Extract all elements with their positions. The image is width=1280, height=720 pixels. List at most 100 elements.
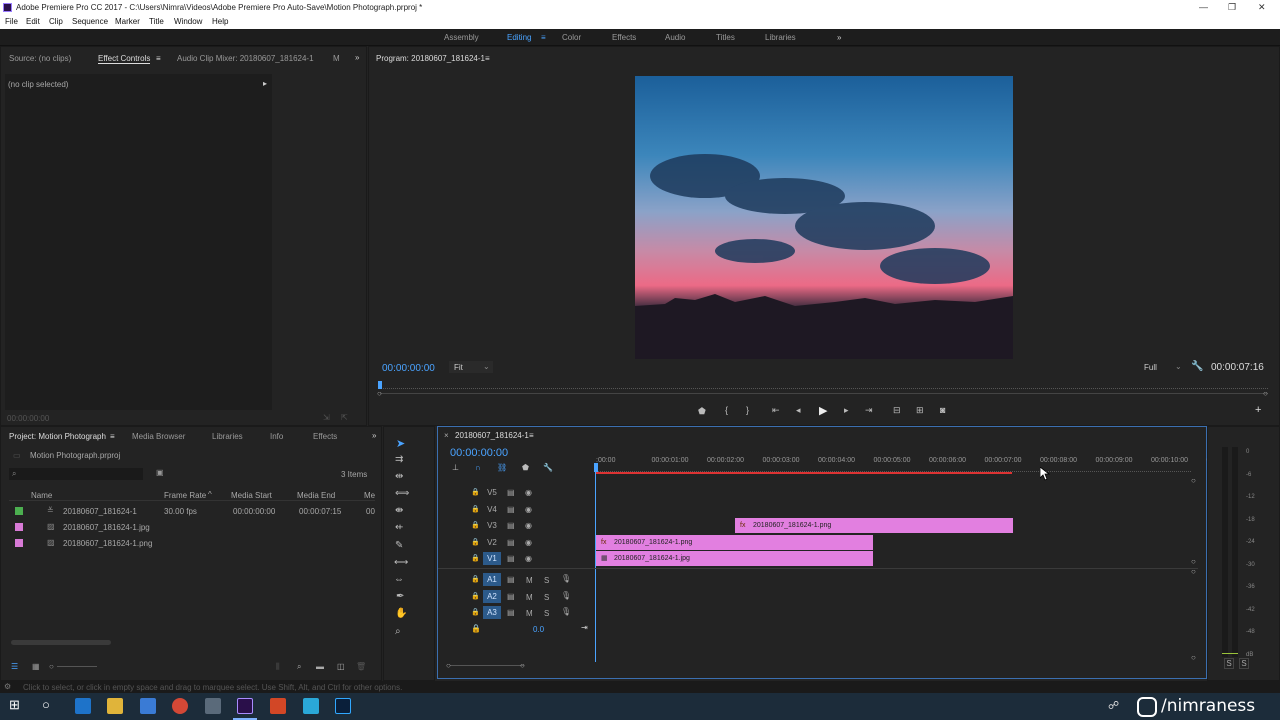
maximize-icon[interactable]: ❐ <box>1228 2 1236 13</box>
minimize-icon[interactable]: — <box>1199 2 1208 12</box>
ripple-trim-tool-icon[interactable]: ⇷ <box>395 522 403 533</box>
toggle-sync-lock-icon[interactable]: ▤ <box>507 521 515 530</box>
solo-button[interactable]: S <box>544 593 549 602</box>
toggle-sync-lock-icon[interactable]: ▤ <box>507 575 515 584</box>
zoom-slider[interactable] <box>57 666 97 667</box>
step-back-icon[interactable]: ◂ <box>796 405 801 416</box>
solo-left-button[interactable]: S <box>1224 658 1234 669</box>
toggle-sync-lock-icon[interactable]: ▤ <box>507 592 515 601</box>
tab-source[interactable]: Source: (no clips) <box>9 54 71 74</box>
app-icon[interactable] <box>205 698 221 714</box>
add-marker-icon[interactable]: ⬟ <box>698 406 706 417</box>
mute-button[interactable]: M <box>526 593 533 602</box>
workspace-menu-icon[interactable]: ≡ <box>541 33 546 42</box>
tab-info[interactable]: Info <box>270 432 283 452</box>
workspace-audio[interactable]: Audio <box>665 33 685 42</box>
new-item-icon[interactable]: ◫ <box>337 662 345 671</box>
microphone-icon[interactable]: 🎙 <box>561 607 571 616</box>
column-media-end[interactable]: Media End <box>297 491 335 500</box>
slip-tool-icon[interactable]: ⟷ <box>394 557 408 568</box>
toggle-sync-lock-icon[interactable]: ▤ <box>507 554 515 563</box>
menu-sequence[interactable]: Sequence <box>72 17 108 26</box>
lock-icon[interactable]: 🔒 <box>471 521 480 529</box>
rolling-edit-tool-icon[interactable]: ⟺ <box>395 488 409 499</box>
zoom-tool-icon[interactable]: ⌕ <box>395 626 401 637</box>
rate-stretch-tool-icon[interactable]: ⇼ <box>395 505 403 516</box>
eye-icon[interactable]: ◉ <box>525 505 532 514</box>
new-bin-from-search-icon[interactable]: ▣ <box>156 468 164 477</box>
tab-effects[interactable]: Effects <box>313 432 337 452</box>
premiere-taskbar-icon[interactable] <box>237 698 253 714</box>
project-item-row[interactable]: ≚ 20180607_181624-1 30.00 fps 00:00:00:00 00… <box>9 503 375 519</box>
panel-menu-icon[interactable]: ≡ <box>156 54 161 74</box>
wrench-icon[interactable]: 🔧 <box>1191 361 1203 372</box>
insert-nest-icon[interactable]: ⊥ <box>452 463 459 472</box>
eye-icon[interactable]: ◉ <box>525 538 532 547</box>
chrome-icon[interactable] <box>172 698 188 714</box>
tab-libraries[interactable]: Libraries <box>212 432 243 452</box>
track-label-v5[interactable]: V5 <box>483 486 501 499</box>
new-bin-icon[interactable]: ▬ <box>316 662 324 671</box>
lock-icon[interactable]: 🔒 <box>471 608 480 616</box>
program-menu-icon[interactable]: ≡ <box>485 54 490 74</box>
microphone-icon[interactable]: 🎙 <box>561 574 571 583</box>
windows-start-icon[interactable]: ⊞ <box>9 697 20 713</box>
timeline-playhead[interactable] <box>594 463 598 472</box>
menu-marker[interactable]: Marker <box>115 17 140 26</box>
eye-icon[interactable]: ◉ <box>525 554 532 563</box>
time-ruler[interactable]: :00:00 00:00:01:00 00:00:02:00 00:00:03:00 0… <box>596 455 1210 473</box>
mute-button[interactable]: M <box>526 576 533 585</box>
lock-icon[interactable]: 🔒 <box>471 554 480 562</box>
microphone-icon[interactable]: 🎙 <box>561 591 571 600</box>
workspace-color[interactable]: Color <box>562 33 581 42</box>
toggle-sync-lock-icon[interactable]: ▤ <box>507 488 515 497</box>
workspace-overflow-icon[interactable]: » <box>837 33 841 42</box>
toggle-sync-lock-icon[interactable]: ▤ <box>507 608 515 617</box>
quality-select[interactable]: Full ⌄ <box>1141 361 1185 373</box>
solo-right-button[interactable]: S <box>1239 658 1249 669</box>
overflow-icon[interactable]: » <box>355 53 359 73</box>
edge-browser-icon[interactable] <box>75 698 91 714</box>
skype-icon[interactable] <box>303 698 319 714</box>
button-editor-icon[interactable]: + <box>1255 404 1261 416</box>
people-icon[interactable]: ☍ <box>1108 699 1119 712</box>
tab-project[interactable]: Project: Motion Photograph <box>9 432 106 452</box>
zoom-handle-right[interactable]: ○ <box>520 661 525 670</box>
master-volume-value[interactable]: 0.0 <box>533 625 544 634</box>
workspace-libraries[interactable]: Libraries <box>765 33 796 42</box>
add-marker-icon[interactable]: ⬟ <box>522 463 529 472</box>
list-view-icon[interactable]: ☰ <box>11 662 18 671</box>
icon-view-icon[interactable]: ▦ <box>32 662 40 671</box>
lift-icon[interactable]: ⊟ <box>893 405 901 416</box>
zoom-handle-left[interactable]: ○ <box>446 661 451 670</box>
project-item-row[interactable]: ▨ 20180607_181624-1.png <box>9 535 375 551</box>
track-label-v4[interactable]: V4 <box>483 503 501 516</box>
program-video-frame[interactable] <box>635 76 1013 359</box>
program-playhead[interactable] <box>378 381 382 389</box>
menu-title[interactable]: Title <box>149 17 164 26</box>
clip-v1[interactable]: ▦ 20180607_181624-1.jpg <box>596 551 873 566</box>
workspace-effects[interactable]: Effects <box>612 33 636 42</box>
step-forward-icon[interactable]: ▸ <box>844 405 849 416</box>
lock-icon[interactable]: 🔒 <box>471 624 481 633</box>
vertical-scroll-handle-mid[interactable]: ○ <box>1191 557 1196 566</box>
mark-out-icon[interactable]: } <box>746 405 749 415</box>
clear-icon[interactable]: 🗑 <box>356 662 366 671</box>
mark-in-icon[interactable]: { <box>725 405 728 415</box>
export-icon[interactable]: ⇱ <box>341 413 348 422</box>
tab-media-browser[interactable]: Media Browser <box>132 432 185 452</box>
eye-icon[interactable]: ◉ <box>525 488 532 497</box>
lock-icon[interactable]: 🔒 <box>471 575 480 583</box>
menu-clip[interactable]: Clip <box>49 17 63 26</box>
menu-window[interactable]: Window <box>174 17 202 26</box>
find-icon[interactable]: ⌕ <box>297 662 301 672</box>
track-select-tool-icon[interactable]: ⇉ <box>395 454 403 465</box>
program-timecode[interactable]: 00:00:00:00 <box>382 363 435 374</box>
toggle-sync-lock-icon[interactable]: ▤ <box>507 538 515 547</box>
sequence-tab[interactable]: 20180607_181624-1 <box>455 431 529 440</box>
vertical-scroll-handle-audio[interactable]: ○ <box>1191 567 1196 576</box>
play-icon[interactable]: ▶ <box>819 404 827 417</box>
slide-tool-icon[interactable]: ⇔ <box>394 574 404 585</box>
zoom-slider-handle[interactable]: ○ <box>49 662 54 671</box>
column-more[interactable]: Me <box>364 491 375 500</box>
